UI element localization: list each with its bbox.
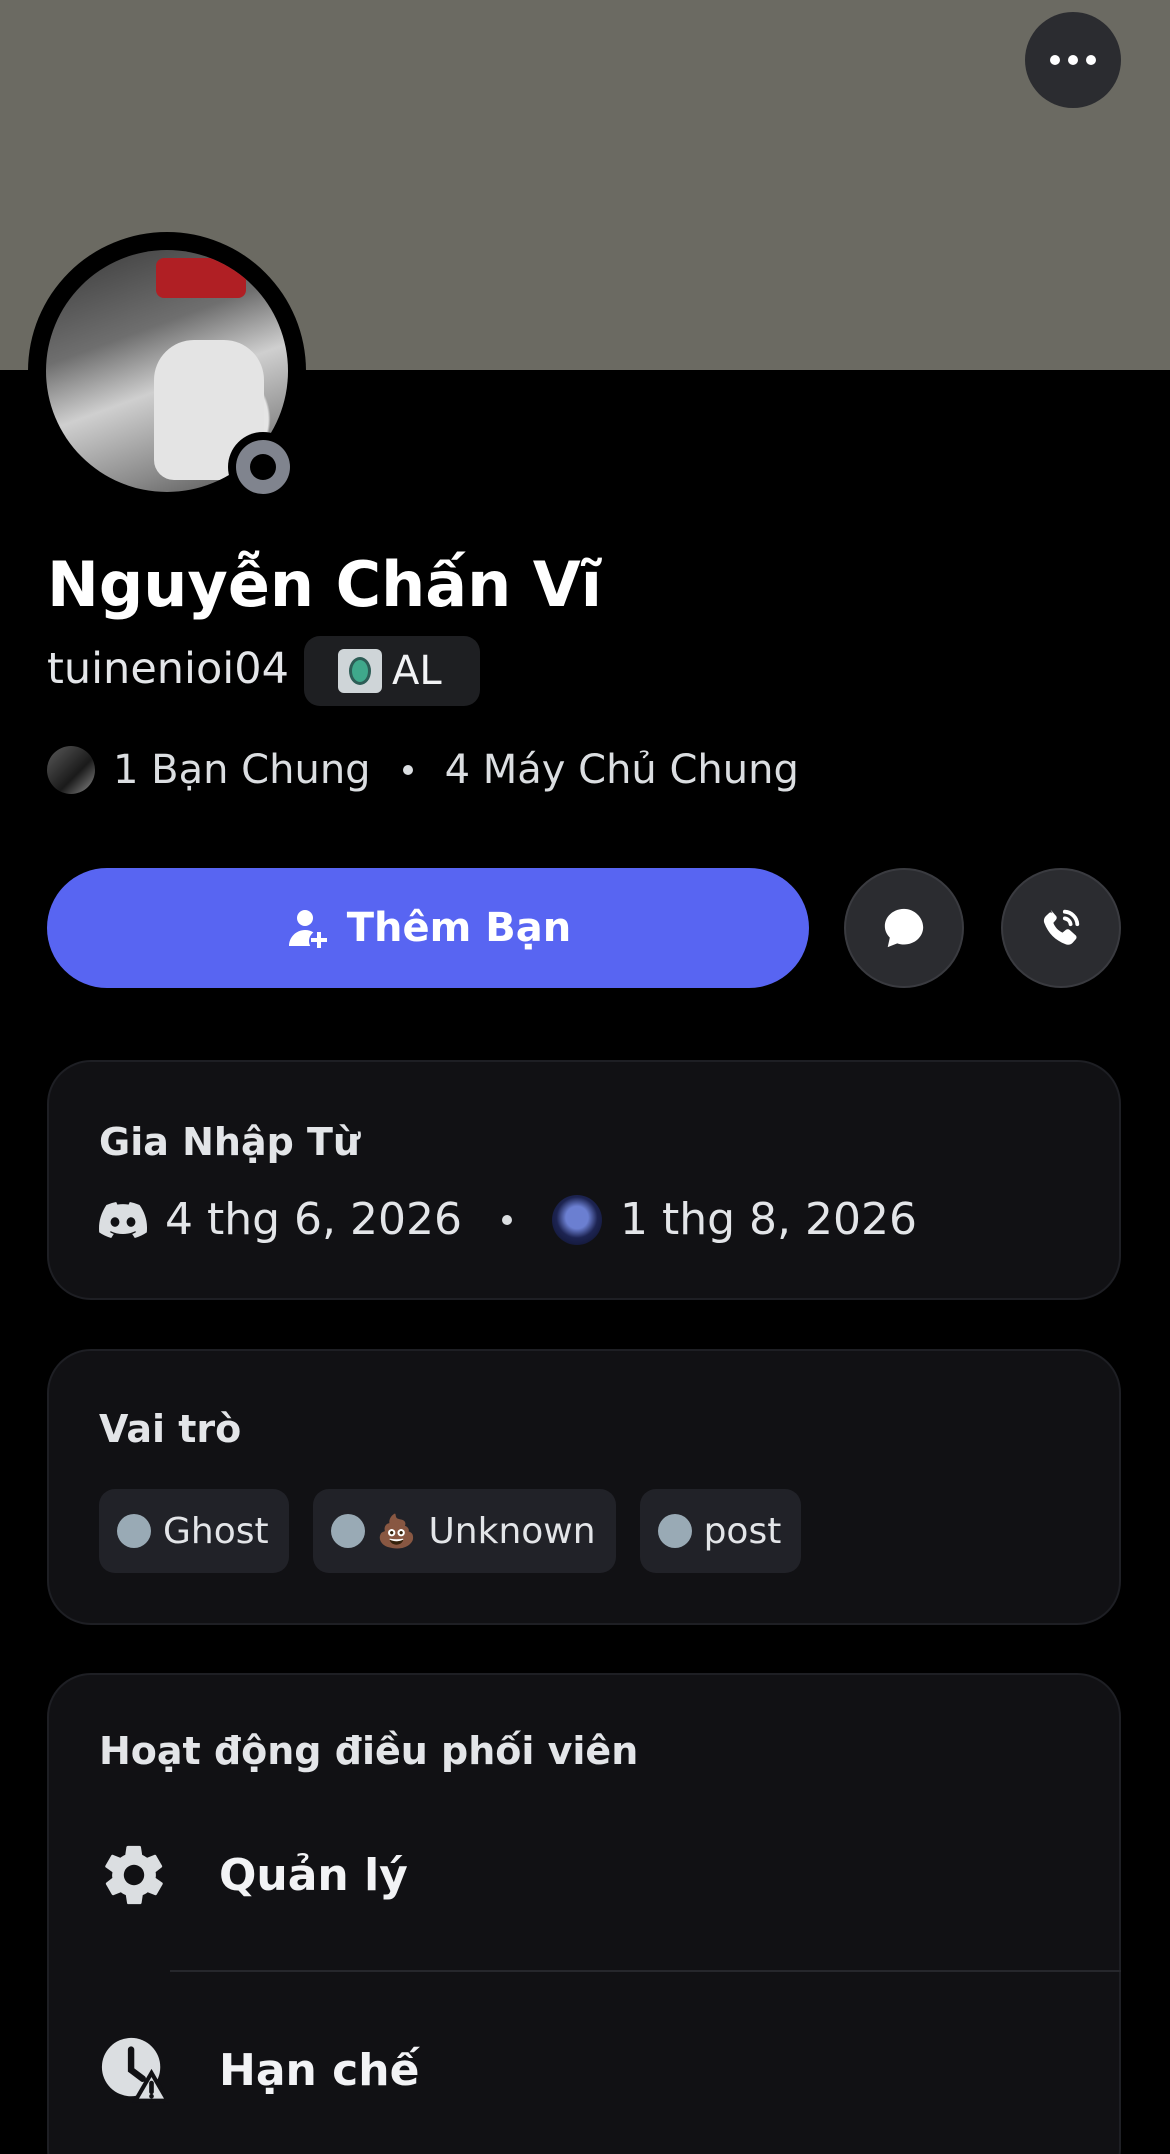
role-emoji-icon: 💩 [376,1512,417,1550]
username: tuinenioi04 [47,644,289,694]
message-button[interactable] [844,868,964,988]
member-since-card: Gia Nhập Từ 4 thg 6, 2026 1 thg 8, 2026 [47,1060,1121,1300]
add-user-icon [288,910,327,948]
role-label: Ghost [163,1510,269,1552]
role-chip[interactable]: Ghost [99,1489,289,1573]
mutual-info: 1 Bạn Chung 4 Máy Chủ Chung [47,742,799,798]
restrict-label: Hạn chế [219,2044,420,2096]
call-button[interactable] [1001,868,1121,988]
clock-warning-icon [99,2035,169,2105]
server-join-date: 1 thg 8, 2026 [619,1194,917,1245]
manage-item[interactable]: Quản lý [99,1840,408,1910]
separator-dot [501,1214,512,1225]
member-since-title: Gia Nhập Từ [99,1120,360,1164]
gem-icon [338,649,382,693]
roles-title: Vai trò [99,1407,242,1451]
add-friend-button[interactable]: Thêm Bạn [47,868,809,988]
role-label: Unknown [428,1510,596,1552]
moderator-card: Hoạt động điều phối viên Quản lý Hạn chế [47,1673,1121,2154]
chat-bubble-icon [884,908,924,948]
discord-join-date: 4 thg 6, 2026 [165,1194,462,1245]
role-color-dot [330,1514,365,1548]
role-color-dot [117,1514,151,1548]
moderator-title: Hoạt động điều phối viên [99,1729,639,1773]
server-tag-badge[interactable]: AL [304,636,480,706]
restrict-item[interactable]: Hạn chế [99,2035,419,2105]
server-tag-label: AL [392,648,442,694]
more-horizontal-icon [1050,55,1060,65]
more-options-button[interactable] [1025,12,1121,108]
status-indicator-offline [228,432,298,502]
display-name: Nguyễn Chấn Vĩ [47,548,603,621]
role-chip[interactable]: 💩 Unknown [312,1489,616,1573]
gear-icon [99,1840,169,1910]
server-icon [551,1194,602,1245]
separator-dot [402,765,413,775]
add-friend-label: Thêm Bạn [346,905,572,951]
discord-icon [99,1201,147,1238]
role-color-dot [657,1514,692,1548]
manage-label: Quản lý [219,1849,408,1901]
divider [170,1970,1121,1972]
roles-card: Vai trò Ghost 💩 Unknown post [47,1349,1121,1625]
mutual-friend-avatar [47,746,95,794]
mutual-servers[interactable]: 4 Máy Chủ Chung [445,747,799,793]
role-label: post [703,1510,782,1552]
role-chip[interactable]: post [639,1489,802,1573]
mutual-friends[interactable]: 1 Bạn Chung [113,747,371,793]
phone-call-icon [1043,909,1080,945]
